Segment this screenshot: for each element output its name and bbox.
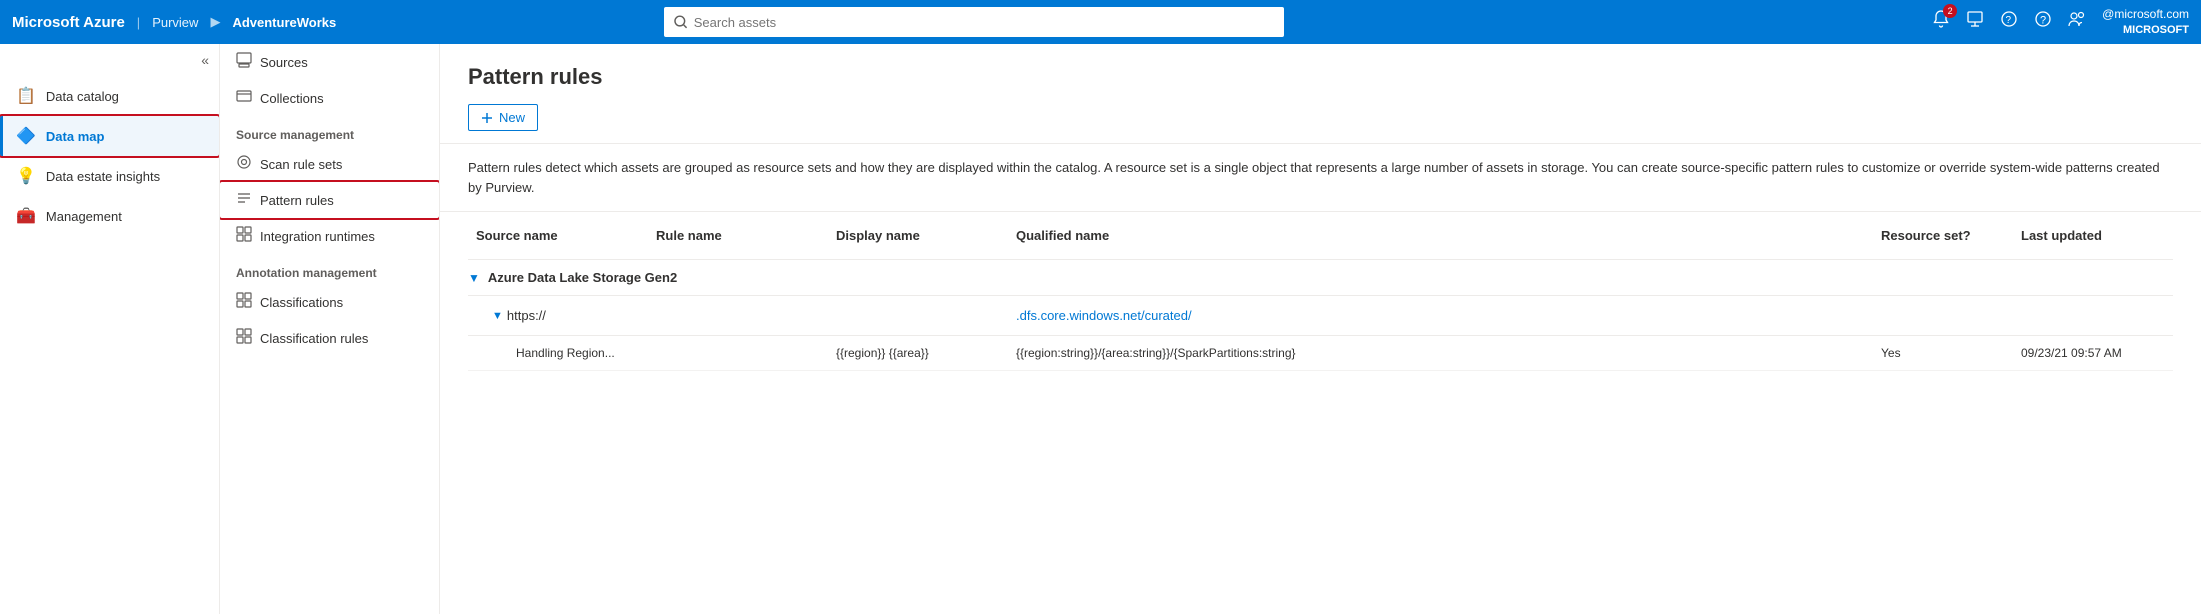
col-resource-set: Resource set? (1873, 222, 2013, 249)
main-content: Pattern rules New Pattern rules detect w… (440, 44, 2201, 614)
row-last-updated: 09/23/21 09:57 AM (2013, 342, 2173, 364)
sidebar-item-data-estate-insights[interactable]: 💡 Data estate insights (0, 156, 219, 196)
sidebar-item-data-catalog[interactable]: 📋 Data catalog (0, 76, 219, 116)
source-last-updated (2013, 312, 2173, 320)
col-rule-name: Rule name (648, 222, 828, 249)
nav-arrow: ▶ (210, 14, 220, 30)
page-description: Pattern rules detect which assets are gr… (440, 144, 2201, 212)
subnav-item-scan-rule-sets[interactable]: Scan rule sets (220, 146, 439, 182)
source-rule-name (648, 312, 828, 320)
collections-icon (236, 88, 252, 108)
subnav: Sources Collections Source management Sc… (220, 44, 440, 614)
brand-label: Microsoft Azure (12, 14, 125, 31)
svg-text:?: ? (2040, 15, 2046, 27)
classification-rules-icon (236, 328, 252, 348)
table-header: Source name Rule name Display name Quali… (468, 212, 2173, 260)
subnav-item-classifications[interactable]: Classifications (220, 284, 439, 320)
sidebar-item-management[interactable]: 🧰 Management (0, 196, 219, 236)
account-email: @microsoft.com (2102, 7, 2189, 23)
scan-rule-sets-icon (236, 154, 252, 174)
users-icon[interactable] (2068, 10, 2086, 33)
subnav-item-sources[interactable]: Sources (220, 44, 439, 80)
account-info[interactable]: @microsoft.com MICROSOFT (2102, 7, 2189, 37)
brand-separator: | (137, 15, 140, 30)
monitor-icon[interactable] (1966, 10, 1984, 33)
subnav-item-integration-runtimes[interactable]: Integration runtimes (220, 218, 439, 254)
new-button-label: New (499, 110, 525, 125)
search-icon (674, 15, 688, 29)
search-bar[interactable] (664, 7, 1284, 37)
pattern-rules-icon (236, 190, 252, 210)
notification-badge: 2 (1943, 4, 1957, 18)
sidebar-label-data-estate: Data estate insights (46, 169, 160, 184)
table-group-adls[interactable]: ▼ Azure Data Lake Storage Gen2 (468, 260, 2173, 296)
management-icon: 🧰 (16, 206, 36, 226)
col-source-name: Source name (468, 222, 648, 249)
source-resource-set (1873, 312, 2013, 320)
table-row: Handling Region... {{region}} {{area}} {… (468, 336, 2173, 371)
new-button[interactable]: New (468, 104, 538, 131)
data-map-icon: 🔷 (16, 126, 36, 146)
col-last-updated: Last updated (2013, 222, 2173, 249)
workspace-label: AdventureWorks (232, 15, 336, 30)
data-catalog-icon: 📋 (16, 86, 36, 106)
subnav-label-classification-rules: Classification rules (260, 331, 368, 346)
notifications-icon[interactable]: 2 (1932, 10, 1950, 33)
source-chevron-icon[interactable]: ▼ (492, 310, 503, 322)
row-rule-name (648, 349, 828, 357)
source-display-name (828, 312, 1008, 320)
sidebar-item-data-map[interactable]: 🔷 Data map (0, 116, 219, 156)
subnav-label-integration-runtimes: Integration runtimes (260, 229, 375, 244)
sources-icon (236, 52, 252, 72)
subnav-label-sources: Sources (260, 55, 308, 70)
app-layout: « 📋 Data catalog 🔷 Data map 💡 Data estat… (0, 44, 2201, 614)
source-cell-indent: ▼ https:// (468, 304, 648, 327)
subnav-item-classification-rules[interactable]: Classification rules (220, 320, 439, 356)
row-qualified-name: {{region:string}}/{area:string}}/{SparkP… (1008, 342, 1873, 364)
data-estate-icon: 💡 (16, 166, 36, 186)
row-source-name: Handling Region... (468, 342, 648, 364)
col-display-name: Display name (828, 222, 1008, 249)
sidebar-collapse-button[interactable]: « (0, 44, 219, 76)
group-chevron-icon: ▼ (468, 271, 480, 285)
table-area: Source name Rule name Display name Quali… (440, 212, 2201, 371)
plus-icon (481, 112, 493, 124)
account-org: MICROSOFT (2102, 23, 2189, 37)
subnav-item-pattern-rules[interactable]: Pattern rules (220, 182, 439, 218)
subnav-label-classifications: Classifications (260, 295, 343, 310)
sidebar-label-data-map: Data map (46, 129, 105, 144)
classifications-icon (236, 292, 252, 312)
sidebar: « 📋 Data catalog 🔷 Data map 💡 Data estat… (0, 44, 220, 614)
sidebar-label-management: Management (46, 209, 122, 224)
subnav-label-collections: Collections (260, 91, 324, 106)
content-header: Pattern rules New (440, 44, 2201, 144)
group-label-adls: Azure Data Lake Storage Gen2 (488, 270, 677, 285)
table-source-row: ▼ https:// .dfs.core.windows.net/curated… (468, 296, 2173, 336)
subnav-label-scan-rule-sets: Scan rule sets (260, 157, 342, 172)
topbar-right: 2 ? ? @microsoft.com MICROSOFT (1932, 7, 2189, 37)
page-title: Pattern rules (468, 64, 2173, 90)
subnav-label-pattern-rules: Pattern rules (260, 193, 334, 208)
subnav-item-collections[interactable]: Collections (220, 80, 439, 116)
source-url[interactable]: https:// (507, 308, 546, 323)
row-resource-set: Yes (1873, 342, 2013, 364)
bell-icon[interactable]: ? (2000, 10, 2018, 33)
integration-runtimes-icon (236, 226, 252, 246)
row-display-name: {{region}} {{area}} (828, 342, 1008, 364)
section-label-source-management: Source management (220, 116, 439, 146)
help-icon[interactable]: ? (2034, 10, 2052, 33)
topbar: Microsoft Azure | Purview ▶ AdventureWor… (0, 0, 2201, 44)
section-label-annotation-management: Annotation management (220, 254, 439, 284)
svg-text:?: ? (2006, 15, 2012, 26)
purview-label: Purview (152, 15, 198, 30)
search-input[interactable] (694, 15, 1274, 30)
col-qualified-name: Qualified name (1008, 222, 1873, 249)
source-qualified-link[interactable]: .dfs.core.windows.net/curated/ (1008, 304, 1873, 327)
sidebar-label-data-catalog: Data catalog (46, 89, 119, 104)
